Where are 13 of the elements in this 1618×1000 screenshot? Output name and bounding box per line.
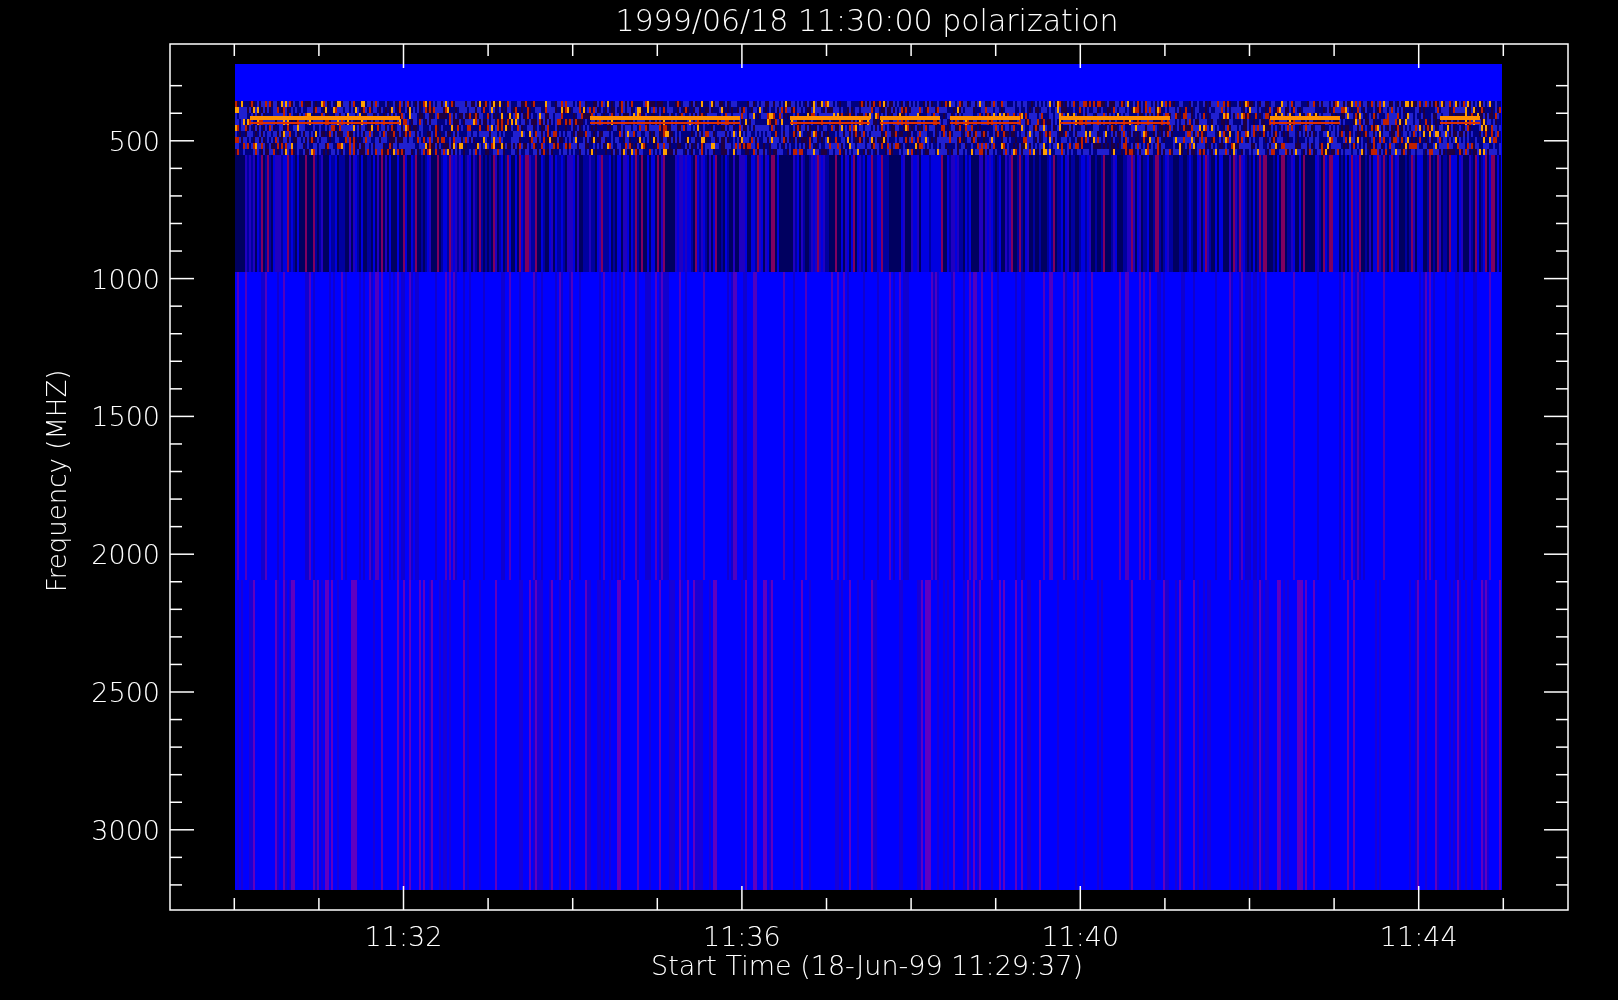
y-tick-label: 1500 (91, 401, 160, 433)
x-tick-label: 11:40 (1041, 921, 1120, 952)
plot-title: 1999/06/18 11:30:00 polarization (615, 3, 1119, 38)
y-tick-label: 500 (108, 125, 160, 157)
y-axis-label: Frequency (MHZ) (42, 369, 72, 593)
y-tick-label: 1000 (91, 263, 160, 295)
y-tick-label: 2500 (91, 677, 160, 708)
y-tick-label: 2000 (91, 539, 160, 571)
y-tick-label: 3000 (91, 814, 160, 846)
x-axis-label: Start Time (18-Jun-99 11:29:37) (651, 950, 1083, 981)
x-tick-label: 11:32 (364, 921, 443, 952)
x-tick-label: 11:36 (703, 921, 781, 952)
x-tick-label: 11:44 (1379, 921, 1458, 952)
